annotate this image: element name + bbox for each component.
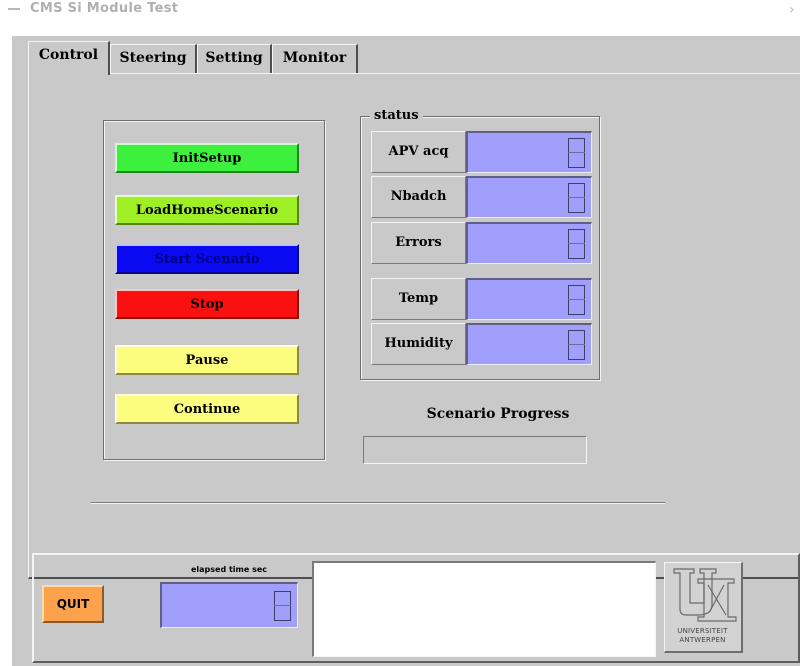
scenario-progress-bar <box>363 436 587 464</box>
nbadch-display <box>466 176 592 218</box>
humidity-display <box>466 323 592 365</box>
apv-acq-value <box>568 138 585 168</box>
scenario-progress-label: Scenario Progress <box>426 406 570 422</box>
pause-button[interactable]: Pause <box>115 345 299 375</box>
horizontal-separator <box>91 502 665 504</box>
message-log[interactable] <box>312 561 656 657</box>
temp-value <box>568 285 585 315</box>
tab-control[interactable]: Control <box>28 41 110 75</box>
window-title: CMS Si Module Test <box>30 1 179 16</box>
temp-display <box>466 278 592 320</box>
humidity-value <box>568 330 585 360</box>
university-logo: UNIVERSITEIT ANTWERPEN <box>664 562 743 653</box>
start-scenario-button[interactable]: Start Scenario <box>115 244 299 274</box>
elapsed-time-display <box>160 582 298 628</box>
title-bar: CMS Si Module Test › <box>0 0 800 36</box>
status-legend: status <box>370 109 423 123</box>
errors-label: Errors <box>371 222 466 264</box>
logo-line-2: ANTWERPEN <box>679 636 726 644</box>
humidity-label: Humidity <box>371 323 466 365</box>
elapsed-time-value <box>274 591 291 621</box>
main-window: Control Steering Setting Monitor InitSet… <box>12 36 800 666</box>
temp-label: Temp <box>371 278 466 320</box>
nbadch-label: Nbadch <box>371 176 466 218</box>
errors-display <box>466 222 592 264</box>
apv-acq-display <box>466 131 592 173</box>
tab-monitor[interactable]: Monitor <box>272 44 358 74</box>
quit-button[interactable]: QUIT <box>42 585 104 623</box>
tab-steering[interactable]: Steering <box>110 44 197 74</box>
elapsed-time-label: elapsed time sec <box>190 565 268 574</box>
continue-button[interactable]: Continue <box>115 394 299 424</box>
apv-acq-label: APV acq <box>371 131 466 173</box>
chevron-right-icon[interactable]: › <box>789 2 795 18</box>
university-emblem-icon <box>673 568 737 622</box>
nbadch-value <box>568 183 585 213</box>
logo-line-1: UNIVERSITEIT <box>677 627 728 635</box>
window-menu-icon[interactable] <box>8 8 20 10</box>
errors-value <box>568 229 585 259</box>
load-home-scenario-button[interactable]: LoadHomeScenario <box>115 195 299 225</box>
tab-setting[interactable]: Setting <box>197 44 272 74</box>
init-setup-button[interactable]: InitSetup <box>115 143 299 173</box>
stop-button[interactable]: Stop <box>115 289 299 319</box>
